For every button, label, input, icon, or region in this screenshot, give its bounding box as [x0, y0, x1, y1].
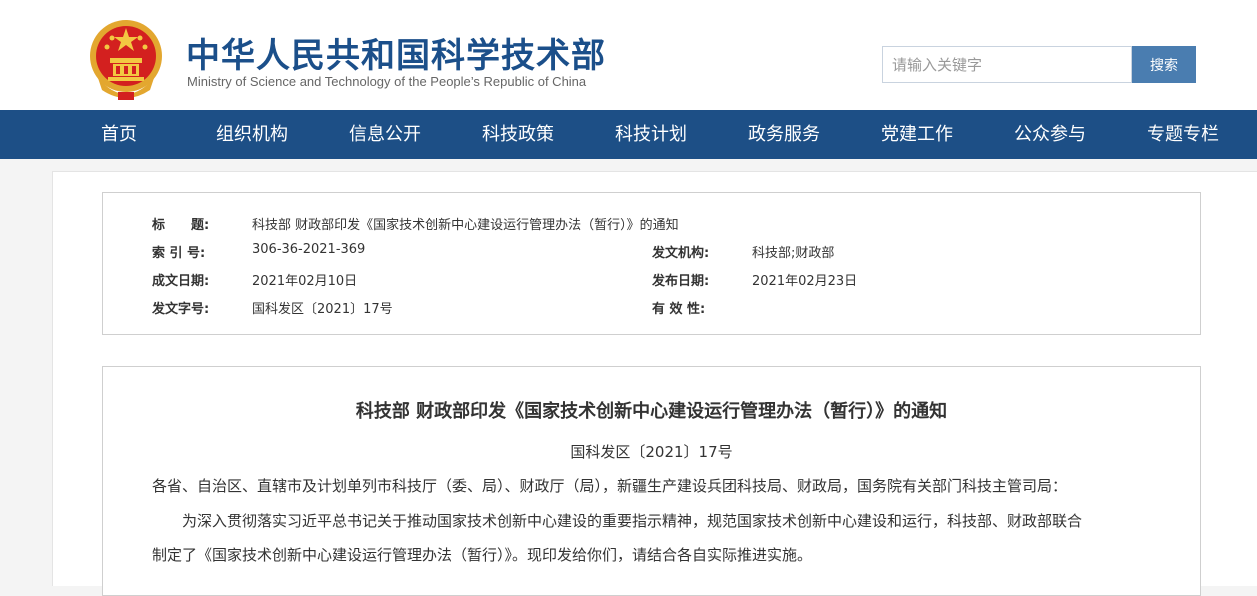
meta-validity-label: 有 效 性: [652, 302, 706, 317]
article-salutation: 各省、自治区、直辖市及计划单列市科技厅（委、局）、财政厅（局），新疆生产建设兵团… [152, 477, 1068, 495]
meta-title-value: 科技部 财政部印发《国家技术创新中心建设运行管理办法（暂行）》的通知 [252, 218, 679, 233]
search-input[interactable] [882, 46, 1132, 83]
nav-item-party-building[interactable]: 党建工作 [881, 110, 953, 159]
article-paragraph-line2: 制定了《国家技术创新中心建设运行管理办法（暂行）》。现印发给你们，请结合各自实际… [152, 546, 813, 564]
meta-title-label: 标 题: [152, 218, 210, 233]
meta-doc-number-label: 发文字号: [152, 302, 210, 317]
nav-item-policy[interactable]: 科技政策 [482, 110, 554, 159]
article-paragraph-line1: 为深入贯彻落实习近平总书记关于推动国家技术创新中心建设的重要指示精神，规范国家技… [182, 512, 1083, 530]
article-doc-number: 国科发区〔2021〕17号 [570, 443, 733, 461]
nav-item-programs[interactable]: 科技计划 [615, 110, 687, 159]
meta-published-date-label: 发布日期: [652, 274, 710, 289]
site-title[interactable]: 中华人民共和国科学技术部 [186, 28, 606, 77]
nav-item-special-topics[interactable]: 专题专栏 [1147, 110, 1219, 159]
article-title: 科技部 财政部印发《国家技术创新中心建设运行管理办法（暂行）》的通知 [355, 401, 948, 422]
nav-item-home[interactable]: 首页 [101, 110, 137, 159]
meta-issuer-label: 发文机构: [652, 246, 710, 261]
nav-item-information-disclosure[interactable]: 信息公开 [349, 110, 421, 159]
meta-written-date-label: 成文日期: [152, 274, 210, 289]
meta-doc-number-value: 国科发区〔2021〕17号 [252, 302, 393, 317]
search-button[interactable]: 搜索 [1132, 46, 1196, 83]
nav-item-public-participation[interactable]: 公众参与 [1014, 110, 1086, 159]
meta-issuer-value: 科技部;财政部 [752, 246, 835, 261]
meta-published-date-value: 2021年02月23日 [752, 274, 858, 289]
meta-written-date-value: 2021年02月10日 [252, 274, 358, 289]
site-subtitle: Ministry of Science and Technology of th… [187, 74, 587, 89]
main-nav: 首页 组织机构 信息公开 科技政策 科技计划 政务服务 党建工作 公众参与 专题… [0, 110, 1257, 159]
national-emblem-icon[interactable] [88, 18, 164, 102]
meta-index-value: 306-36-2021-369 [252, 242, 366, 257]
nav-item-organization[interactable]: 组织机构 [216, 110, 288, 159]
meta-index-label: 索 引 号: [152, 246, 206, 261]
nav-item-services[interactable]: 政务服务 [748, 110, 820, 159]
